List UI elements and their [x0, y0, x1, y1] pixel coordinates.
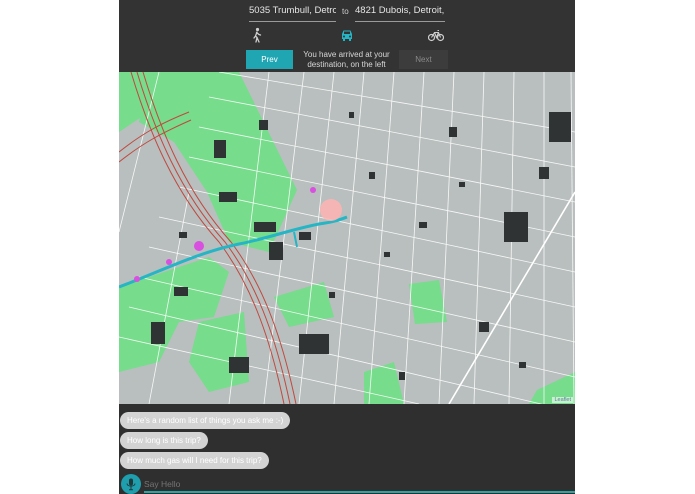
destination-field[interactable]: 4821 Dubois, Detroit, M — [355, 5, 445, 22]
chat-panel: Here's a random list of things you ask m… — [119, 404, 575, 494]
bicycle-icon[interactable] — [427, 27, 445, 43]
map-canvas — [119, 72, 575, 404]
chat-bubble[interactable]: How long is this trip? — [120, 432, 208, 449]
input-underline — [144, 491, 575, 493]
origin-field[interactable]: 5035 Trumbull, Detroit, — [249, 5, 336, 22]
route-marker — [194, 241, 204, 251]
app-window: 5035 Trumbull, Detroit, to 4821 Dubois, … — [119, 0, 575, 494]
chat-bubble[interactable]: How much gas will I need for this trip? — [120, 452, 269, 469]
chat-input-bar — [119, 472, 575, 494]
to-label: to — [342, 7, 349, 16]
direction-instruction: You have arrived at your destination, on… — [303, 50, 390, 69]
destination-marker — [320, 199, 342, 221]
map-attribution[interactable]: Leaflet — [552, 397, 573, 403]
car-icon[interactable] — [339, 27, 355, 43]
chat-bubble[interactable]: Here's a random list of things you ask m… — [120, 412, 291, 429]
walking-icon[interactable] — [249, 27, 265, 43]
map-view[interactable]: Leaflet — [119, 72, 575, 404]
say-hello-input[interactable] — [144, 476, 544, 492]
next-button[interactable]: Next — [399, 50, 448, 69]
microphone-icon[interactable] — [121, 474, 141, 494]
prev-button[interactable]: Prev — [246, 50, 293, 69]
